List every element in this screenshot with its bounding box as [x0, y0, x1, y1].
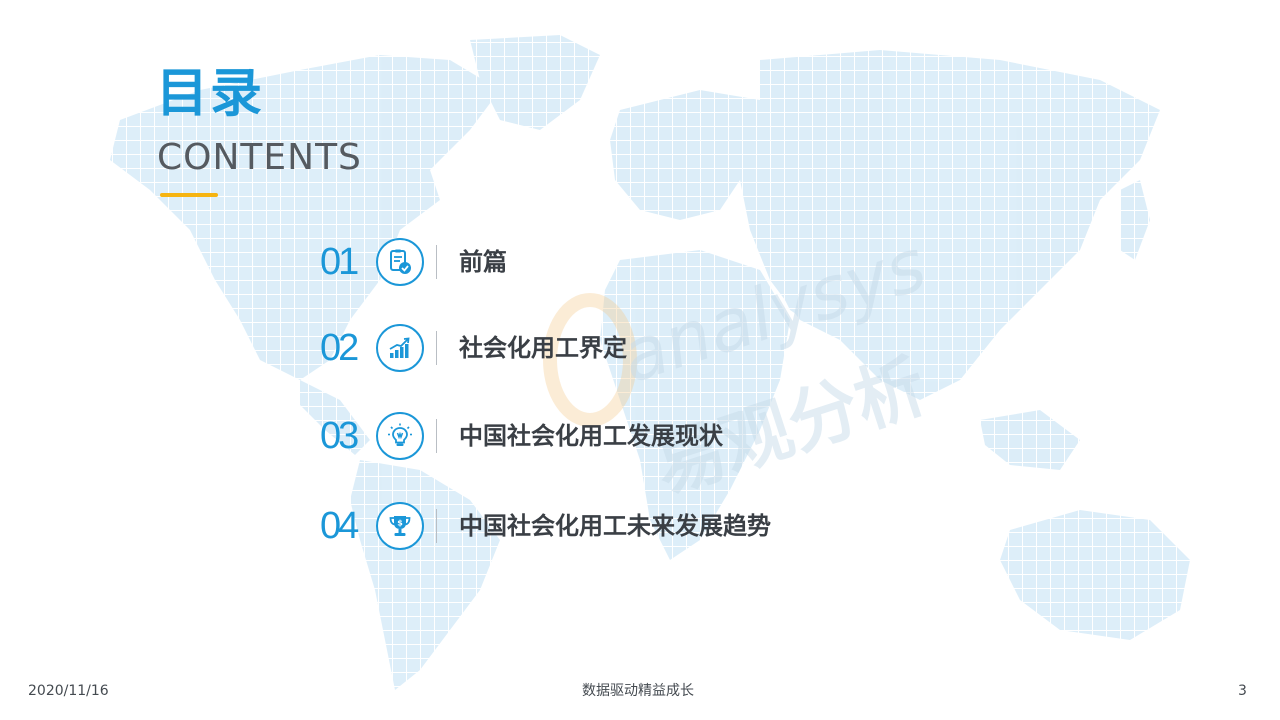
lightbulb-icon — [376, 412, 424, 460]
toc-item-1[interactable]: 01 前篇 — [320, 232, 507, 292]
toc-divider — [436, 509, 437, 543]
toc-number: 01 — [320, 241, 359, 283]
toc-item-3[interactable]: 03 中国社会化用工发展现状 — [320, 406, 723, 466]
svg-text:$: $ — [397, 519, 403, 528]
toc-label: 前篇 — [459, 248, 507, 276]
toc-item-2[interactable]: 02 社会化用工界定 — [320, 318, 627, 378]
toc-number: 03 — [320, 415, 359, 457]
toc-number: 04 — [320, 505, 359, 547]
trophy-dollar-icon: $ — [376, 502, 424, 550]
footer-date: 2020/11/16 — [28, 683, 109, 699]
toc-divider — [436, 331, 437, 365]
toc-divider — [436, 419, 437, 453]
document-check-icon — [376, 238, 424, 286]
footer-slogan: 数据驱动精益成长 — [582, 683, 694, 699]
page-number: 3 — [1238, 683, 1247, 699]
toc-label: 中国社会化用工未来发展趋势 — [459, 512, 771, 540]
toc-label: 中国社会化用工发展现状 — [459, 422, 723, 450]
toc-number: 02 — [320, 327, 359, 369]
slide: analysys 易观分析 目录 CONTENTS 01 前篇 02 社会化用工… — [0, 0, 1280, 720]
page-subtitle: CONTENTS — [157, 137, 362, 178]
toc-label: 社会化用工界定 — [459, 334, 627, 362]
toc-item-4[interactable]: 04 $ 中国社会化用工未来发展趋势 — [320, 496, 771, 556]
growth-chart-icon — [376, 324, 424, 372]
toc-divider — [436, 245, 437, 279]
page-title: 目录 — [156, 64, 265, 124]
title-underline — [160, 193, 218, 197]
